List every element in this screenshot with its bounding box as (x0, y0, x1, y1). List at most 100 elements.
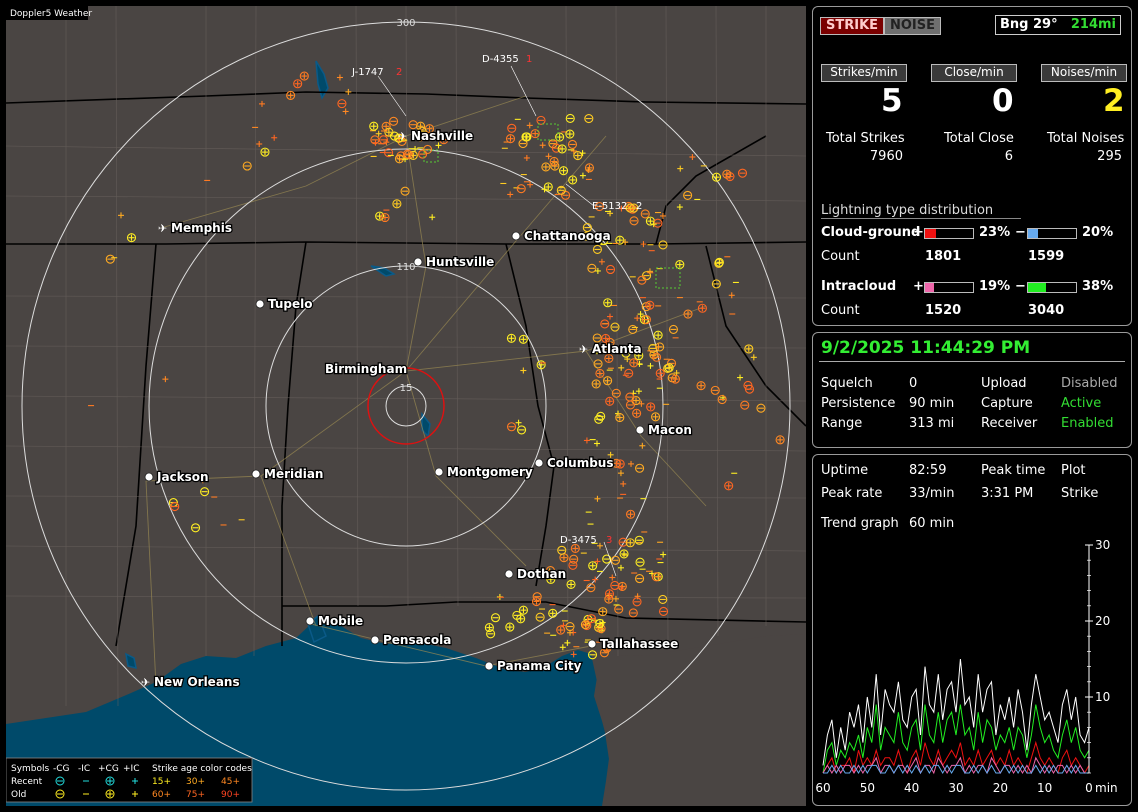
y-tick-label: 30 (1095, 538, 1110, 552)
legend-age-30: 30+ (186, 777, 205, 787)
strike-symbol (384, 127, 394, 137)
legend-age-45: 45+ (221, 777, 240, 787)
strike-symbol (697, 303, 707, 313)
trend-graph-value: 60 min (909, 516, 955, 531)
city-new-orleans: ✈ New Orleans (141, 674, 241, 691)
strike-symbol (604, 589, 615, 599)
uptime-label: Uptime (821, 463, 869, 478)
cg-positive-bar (924, 228, 974, 239)
city-huntsville: Huntsville (413, 254, 496, 270)
strike-symbol (629, 358, 639, 368)
lightning-map[interactable]: 300 110 15 J-1747 2 D-4355 1 E-5132 2 D-… (6, 6, 806, 806)
legend-col-2: -IC (78, 764, 90, 774)
strikes-per-min-value: 5 (881, 83, 903, 119)
strike-symbol (126, 233, 137, 243)
svg-text:Atlanta: Atlanta (592, 342, 642, 356)
svg-text:Nashville: Nashville (411, 129, 473, 143)
cloud-ground-label: Cloud-ground (821, 225, 921, 240)
noises-per-min-header: Noises/min (1041, 64, 1127, 82)
strike-symbol (549, 156, 559, 167)
legend-row-old: Old (11, 790, 26, 800)
trend-graph-label: Trend graph (821, 516, 899, 531)
y-tick-label: 20 (1095, 614, 1110, 628)
bearing-value: Bng 29° (1000, 17, 1058, 32)
strike-symbol (559, 553, 569, 563)
noise-button[interactable]: NOISE (884, 17, 942, 35)
svg-text:Meridian: Meridian (264, 467, 323, 481)
strike-symbol (380, 212, 390, 223)
trend-panel: Uptime 82:59 Peak time Plot Peak rate 33… (812, 454, 1132, 806)
strike-symbol (506, 333, 516, 343)
x-tick-label: 20 (993, 781, 1008, 795)
ic-negative-bar (1027, 282, 1077, 293)
peak-time-value: 3:31 PM (981, 486, 1034, 501)
ic-positive-count: 1520 (925, 303, 962, 318)
cg-negative-bar (1027, 228, 1077, 239)
city-panama-city: Panama City (484, 658, 583, 674)
svg-text:New Orleans: New Orleans (154, 675, 240, 689)
strike-symbol (260, 147, 270, 157)
map-legend: Symbols -CG -IC +CG +IC Strike age color… (6, 757, 253, 803)
legend-age-15: 15+ (152, 777, 171, 787)
legend-age-90: 90+ (221, 790, 240, 800)
y-tick-label: 10 (1095, 690, 1110, 704)
strike-symbol (369, 121, 379, 131)
strike-symbol (675, 260, 685, 270)
city-chattanooga: Chattanooga (511, 228, 612, 244)
strike-symbol (711, 172, 722, 182)
strike-symbol (565, 129, 575, 139)
strike-symbol (392, 199, 402, 209)
ic-negative-percent: 38% (1082, 279, 1114, 294)
strike-symbol (408, 150, 418, 160)
total-close-label: Total Close (944, 131, 1014, 146)
x-axis-label: min (1095, 781, 1118, 795)
svg-text:Macon: Macon (648, 423, 692, 437)
strike-symbol (615, 235, 625, 245)
station-id-2: D-4355 (482, 54, 519, 65)
receiver-label: Receiver (981, 416, 1038, 431)
svg-text:Panama City: Panama City (497, 659, 582, 673)
uptime-value: 82:59 (909, 463, 947, 478)
cg-negative-count: 1599 (1028, 249, 1065, 264)
strike-symbol (617, 581, 627, 591)
distribution-title: Lightning type distribution (821, 203, 1021, 219)
strike-symbol (775, 435, 785, 445)
strike-symbol (645, 300, 655, 310)
total-close-value: 6 (1004, 149, 1013, 164)
strike-symbol (714, 257, 724, 267)
strike-symbol (651, 412, 661, 422)
persistence-value: 90 min (909, 396, 955, 411)
datetime: 9/2/2025 11:44:29 PM (821, 338, 1031, 358)
legend-col-4: +IC (123, 764, 139, 774)
strike-symbol (615, 459, 625, 469)
legend-row-recent: Recent (11, 777, 43, 787)
strike-button[interactable]: STRIKE (820, 17, 885, 35)
city-montgomery: Montgomery (434, 464, 534, 480)
strike-symbol (375, 211, 385, 221)
capture-label: Capture (981, 396, 1033, 411)
florida-land (591, 634, 806, 806)
x-tick-label: 60 (815, 781, 830, 795)
strike-symbol (505, 134, 516, 144)
cg-plus-sign: + (913, 225, 924, 240)
station-id-3: E-5132 (592, 201, 627, 212)
peak-rate-value: 33/min (909, 486, 955, 501)
strike-symbol (559, 166, 569, 176)
total-strikes-value: 7960 (869, 149, 903, 164)
receiver-value: Enabled (1061, 416, 1114, 431)
strike-symbol (724, 481, 734, 491)
persistence-label: Persistence (821, 396, 896, 411)
x-tick-label: 40 (904, 781, 919, 795)
legend-col-3: +CG (98, 764, 119, 774)
svg-text:Pensacola: Pensacola (383, 633, 451, 647)
station-id-1: J-1747 (351, 67, 384, 78)
cg-positive-count: 1801 (925, 249, 962, 264)
svg-text:Chattanooga: Chattanooga (524, 229, 611, 243)
legend-age-75: 75+ (186, 790, 205, 800)
close-per-min-value: 0 (992, 83, 1014, 119)
strike-symbol (536, 360, 546, 370)
city-columbus: Columbus (534, 455, 615, 471)
strike-symbol (626, 509, 636, 519)
ic-count-label: Count (821, 303, 860, 318)
noises-per-min-value: 2 (1103, 83, 1125, 119)
